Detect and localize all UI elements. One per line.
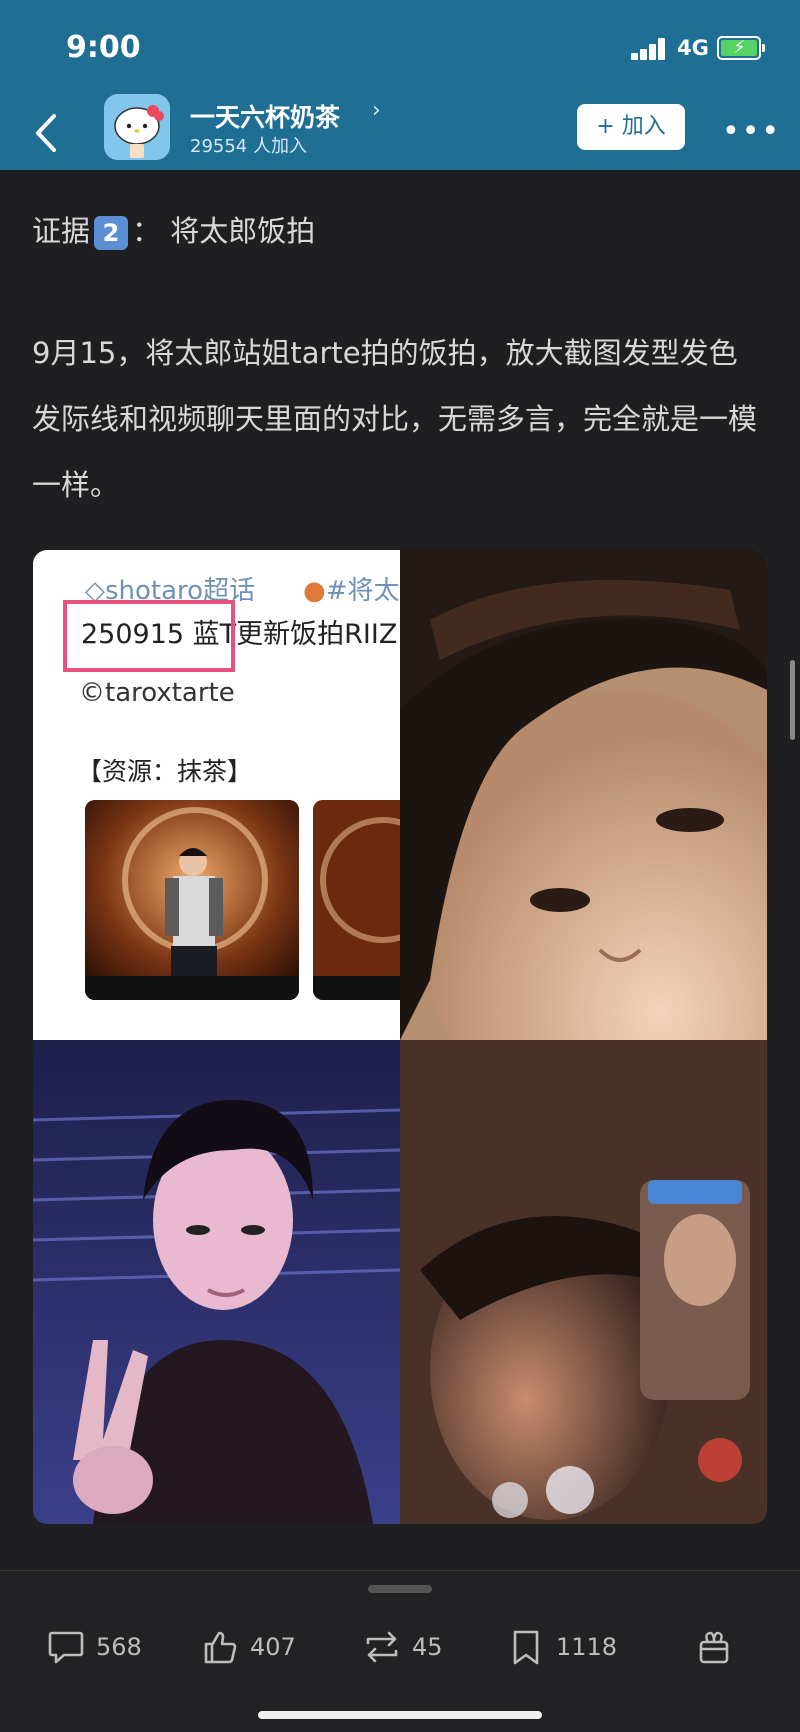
repost-icon — [366, 1631, 398, 1663]
signal-icon — [631, 38, 667, 60]
action-bar: 568 407 45 1118 — [0, 1570, 800, 1732]
bookmark-icon — [513, 1630, 539, 1665]
battery-icon: ⚡ — [717, 36, 765, 60]
evidence-prefix: 证据 — [32, 214, 91, 248]
highlight-box — [63, 600, 235, 672]
network-type: 4G — [677, 36, 709, 60]
comment-button[interactable]: 568 — [46, 1627, 146, 1667]
image-closeup-face[interactable] — [400, 550, 767, 1040]
hashtag: ●#将太 — [303, 576, 400, 606]
post-paragraph: 9月15，将太郎站姐tarte拍的饭拍，放大截图发型发色 发际线和视频聊天里面的… — [32, 336, 758, 502]
post-content: 证据 2： 将太郎饭拍 9月15，将太郎站姐tarte拍的饭拍，放大截图发型发色 … — [0, 170, 800, 1570]
group-avatar[interactable] — [104, 94, 170, 160]
group-name[interactable]: 一天六杯奶茶 — [190, 98, 340, 134]
group-header: 一天六杯奶茶 › 29554 人加入 + 加入 ••• — [0, 94, 800, 170]
stage-thumbnail-partial — [313, 800, 400, 1000]
resource-line: 【资源：抹茶】 — [77, 757, 253, 786]
status-time: 9:00 — [66, 30, 141, 65]
credit-line: ©taroxtarte — [79, 678, 235, 708]
join-button[interactable]: + 加入 — [577, 104, 685, 150]
evidence-suffix: ： 将太郎饭拍 — [132, 214, 316, 248]
like-button[interactable]: 407 — [200, 1627, 300, 1667]
home-indicator[interactable] — [258, 1711, 542, 1719]
thumbs-up-icon — [204, 1631, 237, 1664]
chevron-left-icon — [36, 114, 56, 152]
comment-count: 568 — [96, 1633, 142, 1661]
back-button[interactable] — [28, 108, 68, 158]
scrollbar[interactable] — [790, 660, 795, 740]
keycap-two-icon: 2 — [94, 216, 129, 250]
emoji-icon: ● — [303, 576, 326, 606]
gift-button[interactable] — [694, 1627, 734, 1667]
repost-count: 45 — [412, 1633, 443, 1661]
stage-thumbnail — [85, 800, 299, 1000]
image-video-call[interactable] — [400, 1040, 767, 1524]
image-selfie[interactable] — [33, 1040, 400, 1524]
drag-handle[interactable] — [368, 1585, 432, 1593]
more-icon[interactable]: ••• — [722, 114, 781, 149]
gift-icon — [699, 1631, 729, 1664]
member-count: 29554 人加入 — [190, 136, 307, 157]
like-count: 407 — [250, 1633, 296, 1661]
repost-button[interactable]: 45 — [362, 1627, 452, 1667]
bookmark-button[interactable]: 1118 — [506, 1627, 626, 1667]
image-grid: ◇shotaro超话 ●#将太 250915 蓝T更新饭拍RIIZ ©tarox… — [33, 550, 767, 1524]
comment-icon — [48, 1631, 84, 1664]
evidence-heading: 证据 2： 将太郎饭拍 — [32, 208, 315, 250]
bookmark-count: 1118 — [556, 1633, 618, 1661]
chevron-right-icon: › — [372, 98, 381, 123]
status-bar: 9:00 4G ⚡ — [0, 0, 800, 100]
image-screenshot[interactable]: ◇shotaro超话 ●#将太 250915 蓝T更新饭拍RIIZ ©tarox… — [33, 550, 400, 1040]
copyright-icon: © — [79, 678, 105, 708]
